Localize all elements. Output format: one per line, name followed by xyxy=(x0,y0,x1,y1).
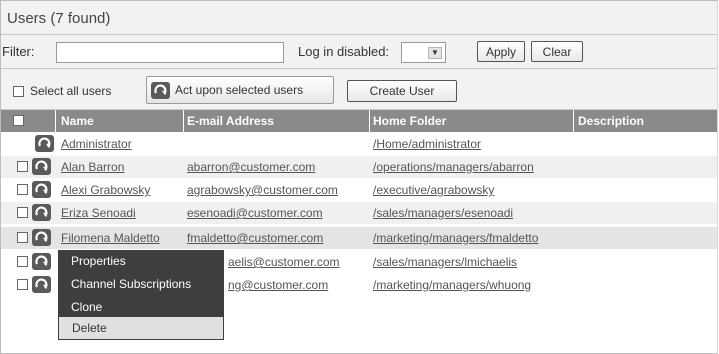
chevron-down-icon: ▼ xyxy=(428,47,442,59)
table-row: Eriza Senoadi esenoadi@customer.com /sal… xyxy=(1,202,717,224)
user-name-link[interactable]: Alexi Grabowsky xyxy=(61,183,150,197)
act-upon-label: Act upon selected users xyxy=(175,83,304,97)
action-bar: Select all users Act upon selected users… xyxy=(1,69,717,110)
menu-item-properties[interactable]: Properties xyxy=(58,250,224,272)
title-bar: Users (7 found) xyxy=(1,1,717,35)
email-link[interactable]: abarron@customer.com xyxy=(187,160,315,174)
table-header: Name E-mail Address Home Folder Descript… xyxy=(1,110,717,132)
home-folder-link[interactable]: /marketing/managers/fmaldetto xyxy=(373,231,538,245)
login-disabled-select[interactable]: ▼ xyxy=(401,42,446,63)
apply-button[interactable]: Apply xyxy=(477,41,525,62)
column-divider xyxy=(183,110,184,132)
home-folder-link[interactable]: /sales/managers/esenoadi xyxy=(373,206,513,220)
refresh-arrow-icon[interactable] xyxy=(32,253,51,270)
home-folder-link[interactable]: /operations/managers/abarron xyxy=(373,160,534,174)
menu-item-clone[interactable]: Clone xyxy=(58,296,224,318)
refresh-arrow-icon[interactable] xyxy=(35,135,54,152)
table-row: Administrator /Home/administrator xyxy=(1,133,717,155)
home-folder-link[interactable]: /sales/managers/lmichaelis xyxy=(373,255,517,269)
filter-bar: Filter: Log in disabled: ▼ Apply Clear xyxy=(1,35,717,69)
refresh-arrow-icon[interactable] xyxy=(32,158,51,175)
context-menu: Properties Channel Subscriptions Clone D… xyxy=(58,250,224,340)
select-all-label: Select all users xyxy=(30,84,112,98)
column-header-name[interactable]: Name xyxy=(61,114,94,128)
table-row: Filomena Maldetto fmaldetto@customer.com… xyxy=(1,227,717,249)
row-checkbox[interactable] xyxy=(17,184,28,195)
user-name-link[interactable]: Filomena Maldetto xyxy=(61,231,160,245)
column-header-email[interactable]: E-mail Address xyxy=(187,114,274,128)
table-row: Alan Barron abarron@customer.com /operat… xyxy=(1,156,717,178)
header-checkbox[interactable] xyxy=(13,115,24,126)
home-folder-link[interactable]: /marketing/managers/whuong xyxy=(373,278,531,292)
refresh-arrow-icon[interactable] xyxy=(32,181,51,198)
user-name-link[interactable]: Administrator xyxy=(61,137,132,151)
filter-label: Filter: xyxy=(2,44,35,59)
menu-item-delete[interactable]: Delete xyxy=(59,317,223,339)
act-upon-selected-button[interactable]: Act upon selected users xyxy=(146,76,334,104)
row-checkbox[interactable] xyxy=(17,232,28,243)
row-checkbox[interactable] xyxy=(17,256,28,267)
clear-button[interactable]: Clear xyxy=(531,41,583,62)
email-link[interactable]: ng@customer.com xyxy=(228,278,328,292)
row-checkbox[interactable] xyxy=(17,161,28,172)
row-checkbox[interactable] xyxy=(17,207,28,218)
column-header-folder[interactable]: Home Folder xyxy=(373,114,446,128)
page-title: Users (7 found) xyxy=(7,10,111,27)
column-header-description[interactable]: Description xyxy=(578,114,644,128)
column-divider xyxy=(55,110,56,132)
refresh-arrow-icon[interactable] xyxy=(32,229,51,246)
column-divider xyxy=(369,110,370,132)
home-folder-link[interactable]: /Home/administrator xyxy=(373,137,481,151)
menu-item-channel-subscriptions[interactable]: Channel Subscriptions xyxy=(58,273,224,295)
filter-input[interactable] xyxy=(56,42,284,63)
create-user-button[interactable]: Create User xyxy=(347,80,457,102)
home-folder-link[interactable]: /executive/agrabowsky xyxy=(373,183,494,197)
refresh-arrow-icon[interactable] xyxy=(32,276,51,293)
refresh-arrow-icon xyxy=(151,82,170,99)
select-all-checkbox[interactable] xyxy=(13,86,24,97)
refresh-arrow-icon[interactable] xyxy=(32,204,51,221)
email-link[interactable]: esenoadi@customer.com xyxy=(187,206,323,220)
email-link[interactable]: agrabowsky@customer.com xyxy=(187,183,338,197)
table-row: Alexi Grabowsky agrabowsky@customer.com … xyxy=(1,179,717,201)
email-link[interactable]: fmaldetto@customer.com xyxy=(187,231,323,245)
email-link[interactable]: aelis@customer.com xyxy=(228,255,340,269)
user-name-link[interactable]: Alan Barron xyxy=(61,160,124,174)
login-disabled-label: Log in disabled: xyxy=(298,44,390,59)
column-divider xyxy=(573,110,574,132)
row-checkbox[interactable] xyxy=(17,279,28,290)
user-name-link[interactable]: Eriza Senoadi xyxy=(61,206,136,220)
